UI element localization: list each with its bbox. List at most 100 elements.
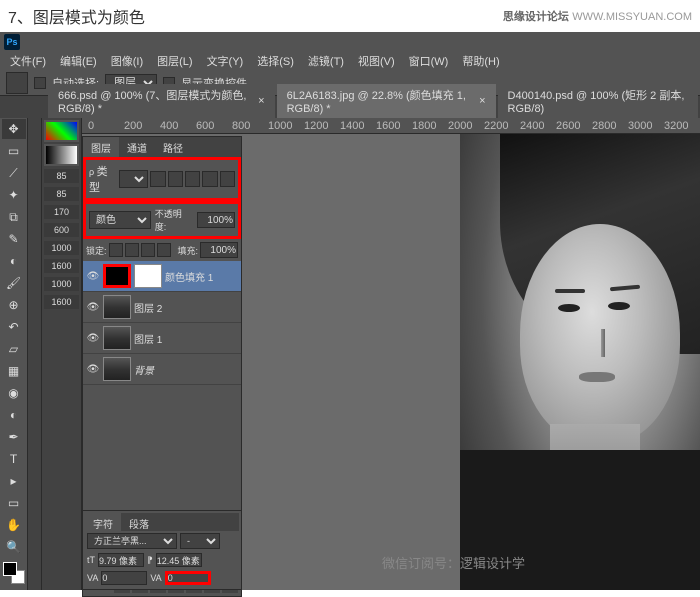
move-tool[interactable]: ✥ (2, 119, 26, 139)
ruler-tick: 600 (196, 120, 214, 132)
layer-thumb[interactable] (103, 357, 131, 381)
info-n8: 1600 (44, 295, 79, 309)
opacity-input[interactable] (197, 212, 235, 228)
doc-tab-1[interactable]: 666.psd @ 100% (7、图层模式为颜色, RGB/8) *× (48, 84, 275, 118)
filter-type-select[interactable] (119, 170, 148, 188)
layer-name[interactable]: 背景 (134, 362, 154, 377)
hand-tool[interactable]: ✋ (2, 515, 26, 535)
menu-filter[interactable]: 滤镜(T) (302, 51, 350, 71)
filter-pixel-icon[interactable] (150, 171, 165, 187)
layer-name[interactable]: 颜色填充 1 (165, 269, 213, 284)
filter-shape-icon[interactable] (202, 171, 217, 187)
ruler-tick: 3000 (628, 120, 652, 132)
doc-tab-2[interactable]: 6L2A6183.jpg @ 22.8% (颜色填充 1, RGB/8) * × (277, 84, 496, 118)
crop-tool[interactable]: ⧉ (2, 207, 26, 227)
font-size-input[interactable] (98, 553, 144, 567)
layer-mask-thumb[interactable] (134, 264, 162, 288)
filter-smart-icon[interactable] (220, 171, 235, 187)
visibility-icon[interactable]: 👁 (86, 331, 100, 345)
gradient-tool[interactable]: ▦ (2, 361, 26, 381)
tab-paths[interactable]: 路径 (155, 137, 191, 157)
photo-brow (555, 289, 585, 293)
font-family-select[interactable]: 方正兰亭黑... (87, 533, 177, 549)
healing-brush-tool[interactable]: ◐ (2, 251, 26, 271)
info-n6: 1600 (44, 259, 79, 273)
tracking-input[interactable] (165, 571, 211, 585)
filter-adjust-icon[interactable] (168, 171, 183, 187)
menu-bar: 文件(F) 编辑(E) 图像(I) 图层(L) 文字(Y) 选择(S) 滤镜(T… (0, 52, 700, 70)
lock-position-icon[interactable] (141, 243, 155, 257)
kerning-input[interactable] (101, 571, 147, 585)
marquee-tool[interactable]: ▭ (2, 141, 26, 161)
eyedropper-tool[interactable]: ✎ (2, 229, 26, 249)
layer-row-2[interactable]: 👁 图层 2 (83, 292, 241, 323)
layer-row-1[interactable]: 👁 图层 1 (83, 323, 241, 354)
lock-all-icon[interactable] (157, 243, 171, 257)
brush-tool[interactable]: 🖌 (2, 273, 26, 293)
color-swatches[interactable] (3, 562, 25, 584)
menu-select[interactable]: 选择(S) (251, 51, 300, 71)
dodge-tool[interactable]: ◐ (2, 405, 26, 425)
lock-transparent-icon[interactable] (109, 243, 123, 257)
blend-mode-select[interactable]: 颜色 (89, 211, 151, 229)
lasso-tool[interactable]: ⟋ (2, 163, 26, 183)
auto-select-checkbox[interactable] (34, 77, 46, 89)
tab-paragraph[interactable]: 段落 (121, 513, 157, 531)
layer-row-colorfill[interactable]: 👁 颜色填充 1 (83, 261, 241, 292)
type-tool[interactable]: T (2, 449, 26, 469)
clone-stamp-tool[interactable]: ⊕ (2, 295, 26, 315)
fill-input[interactable] (200, 242, 238, 258)
layer-row-bg[interactable]: 👁 背景 (83, 354, 241, 385)
menu-window[interactable]: 窗口(W) (403, 51, 455, 71)
menu-edit[interactable]: 编辑(E) (54, 51, 103, 71)
filter-type-icon[interactable] (185, 171, 200, 187)
menu-file[interactable]: 文件(F) (4, 51, 52, 71)
layer-thumb[interactable] (103, 326, 131, 350)
kerning-icon: VA (87, 573, 98, 583)
layer-name[interactable]: 图层 2 (134, 300, 162, 315)
font-style-select[interactable]: - (180, 533, 220, 549)
doc-tab-3[interactable]: D400140.psd @ 100% (矩形 2 副本, RGB/8) (498, 84, 698, 118)
magic-wand-tool[interactable]: ✦ (2, 185, 26, 205)
canvas-photo[interactable] (460, 134, 700, 590)
close-icon[interactable]: × (479, 95, 485, 107)
ruler-tick: 2400 (520, 120, 544, 132)
path-selection-tool[interactable]: ▸ (2, 471, 26, 491)
tab-character[interactable]: 字符 (85, 513, 121, 531)
tab2-label: 6L2A6183.jpg @ 22.8% (颜色填充 1, RGB/8) * (287, 87, 474, 115)
tab-channels[interactable]: 通道 (119, 137, 155, 157)
visibility-icon[interactable]: 👁 (86, 362, 100, 376)
lock-pixels-icon[interactable] (125, 243, 139, 257)
visibility-icon[interactable]: 👁 (86, 269, 100, 283)
step-title: 7、图层模式为颜色 (8, 4, 145, 28)
blur-tool[interactable]: ◉ (2, 383, 26, 403)
color-mini-panel[interactable] (44, 120, 79, 142)
photo-lips (579, 372, 615, 382)
char-panel-tabs: 字符 段落 (85, 513, 239, 531)
visibility-icon[interactable]: 👁 (86, 300, 100, 314)
leading-input[interactable] (156, 553, 202, 567)
close-icon[interactable]: × (258, 95, 264, 107)
history-brush-tool[interactable]: ↶ (2, 317, 26, 337)
menu-view[interactable]: 视图(V) (352, 51, 401, 71)
zoom-tool[interactable]: 🔍 (2, 537, 26, 557)
pen-tool[interactable]: ✒ (2, 427, 26, 447)
move-tool-preset-icon[interactable] (6, 72, 28, 94)
layer-name[interactable]: 图层 1 (134, 331, 162, 346)
menu-type[interactable]: 文字(Y) (201, 51, 250, 71)
layer-thumb-fill[interactable] (103, 264, 131, 288)
foreground-color-swatch[interactable] (3, 562, 17, 576)
menu-help[interactable]: 帮助(H) (456, 51, 505, 71)
menu-image[interactable]: 图像(I) (105, 51, 149, 71)
gradient-mini-panel[interactable] (44, 144, 79, 166)
rectangle-tool[interactable]: ▭ (2, 493, 26, 513)
tutorial-header: 7、图层模式为颜色 思缘设计论坛 WWW.MISSYUAN.COM (0, 0, 700, 32)
tab-layers[interactable]: 图层 (83, 137, 119, 157)
ruler-tick: 2200 (484, 120, 508, 132)
fill-label: 填充: (177, 244, 198, 257)
ruler-tick: 1800 (412, 120, 436, 132)
eraser-tool[interactable]: ▱ (2, 339, 26, 359)
collapsed-dock[interactable] (28, 118, 42, 590)
layer-thumb[interactable] (103, 295, 131, 319)
menu-layer[interactable]: 图层(L) (151, 51, 198, 71)
